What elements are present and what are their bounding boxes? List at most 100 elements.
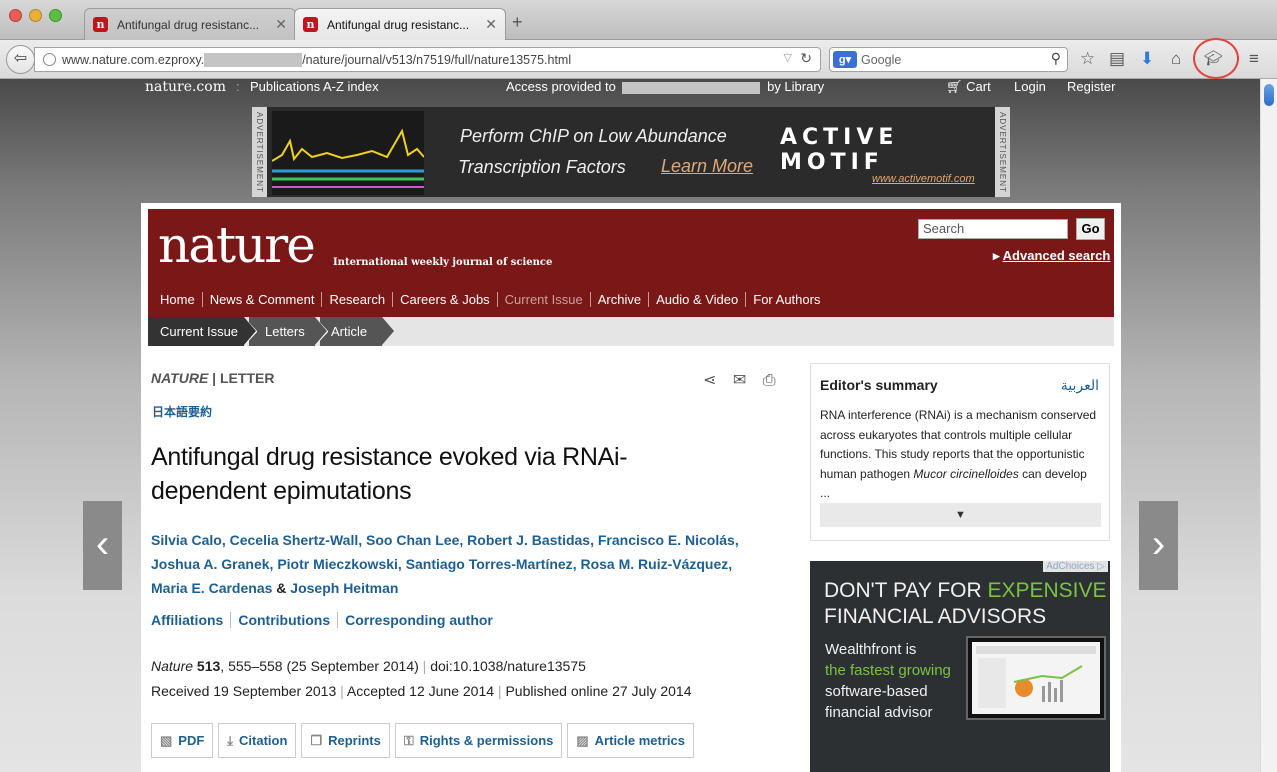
search-bar[interactable]: g▾ Google ⚲ — [829, 47, 1068, 72]
minimize-window-button[interactable] — [29, 9, 42, 22]
tab-1[interactable]: n Antifungal drug resistanc... ✕ — [84, 8, 296, 40]
bookmark-star-icon[interactable]: ☆ — [1080, 50, 1095, 68]
nature-com-logo[interactable]: nature.com — [145, 79, 226, 95]
url-bar[interactable]: www.nature.com.ezproxy. /nature/journal/… — [34, 47, 821, 72]
author-link[interactable]: Joshua A. Granek — [151, 556, 270, 572]
dropdown-arrow-icon[interactable]: ▽ — [784, 51, 792, 64]
author-link[interactable]: Soo Chan Lee — [366, 532, 459, 548]
citation-button[interactable]: ⤓ Citation — [218, 723, 297, 758]
cart-icon: 🛒︎ — [946, 79, 963, 94]
citation-label: Citation — [239, 733, 288, 748]
article-metrics-button[interactable]: ▨ Article metrics — [567, 723, 694, 758]
affiliations-link[interactable]: Affiliations — [151, 612, 230, 628]
author-link[interactable]: Santiago Torres-Martínez — [406, 556, 573, 572]
adchoices-label: AdChoices — [1046, 561, 1095, 572]
corresponding-author-link[interactable]: Corresponding author — [337, 612, 500, 628]
chart-icon: ▨ — [576, 732, 589, 748]
received-label: Received — [151, 683, 210, 699]
register-link[interactable]: Register — [1067, 79, 1115, 94]
ad-brand: ACTIVE MOTIF — [780, 125, 899, 175]
author-link[interactable]: Robert J. Bastidas — [467, 532, 590, 548]
nav-home[interactable]: Home — [153, 291, 203, 307]
reprints-button[interactable]: ❐ Reprints — [301, 723, 390, 758]
tab-2-active[interactable]: n Antifungal drug resistanc... ✕ — [294, 8, 506, 40]
accepted-date: 12 June 2014 — [409, 683, 495, 699]
rights-label: Rights & permissions — [419, 733, 554, 748]
search-icon[interactable]: ⚲ — [1051, 50, 1061, 67]
navigation-toolbar: www.nature.com.ezproxy. /nature/journal/… — [0, 40, 1277, 79]
author-link[interactable]: Silvia Calo — [151, 532, 222, 548]
share-icon[interactable]: ⋖ — [703, 372, 716, 389]
nav-news-comment[interactable]: News & Comment — [203, 291, 323, 307]
author-link[interactable]: Cecelia Shertz-Wall — [230, 532, 359, 548]
arabic-link[interactable]: العربية — [1061, 377, 1099, 394]
nav-for-authors[interactable]: For Authors — [746, 292, 827, 307]
citation-volume: 513 — [196, 658, 221, 674]
author-link[interactable]: Maria E. Cardenas — [151, 580, 272, 596]
close-window-button[interactable] — [9, 9, 22, 22]
copy-icon: ❐ — [310, 732, 323, 748]
go-button[interactable]: Go — [1076, 218, 1105, 240]
side-ad[interactable]: AdChoices ▷ DON'T PAY FOR EXPENSIVE FINA… — [810, 561, 1110, 772]
ad-url[interactable]: www.activemotif.com — [872, 173, 975, 185]
breadcrumb-article[interactable]: Article — [320, 317, 394, 346]
nav-archive[interactable]: Archive — [591, 291, 650, 307]
cart-link[interactable]: 🛒︎ Cart — [946, 79, 991, 95]
tab-title: Antifungal drug resistanc... — [327, 17, 470, 32]
rights-permissions-button[interactable]: ⚿ Rights & permissions — [394, 723, 563, 758]
email-icon[interactable]: ✉ — [733, 372, 746, 389]
monitor-image — [966, 636, 1106, 720]
ad-line-1: Perform ChIP on Low Abundance — [460, 126, 727, 146]
home-icon[interactable]: ⌂ — [1171, 50, 1181, 68]
close-icon[interactable]: ✕ — [485, 16, 497, 33]
japanese-summary-link[interactable]: 日本語要約 — [152, 403, 212, 420]
author-link[interactable]: Piotr Mieczkowski — [277, 556, 398, 572]
adchoices-link[interactable]: AdChoices ▷ — [1043, 561, 1108, 572]
breadcrumb-current-issue[interactable]: Current Issue — [148, 317, 256, 346]
google-search-engine-icon[interactable]: g▾ — [833, 51, 857, 68]
print-icon[interactable]: ⎙ — [763, 372, 776, 389]
separator: | — [340, 683, 344, 699]
menu-icon[interactable]: ≡ — [1249, 50, 1259, 68]
login-link[interactable]: Login — [1014, 79, 1046, 94]
tab-title: Antifungal drug resistanc... — [117, 17, 260, 32]
expand-summary-button[interactable]: ▼ — [820, 503, 1101, 527]
chevron-down-icon: ▼ — [955, 509, 966, 521]
site-search-input[interactable]: Search — [918, 219, 1068, 239]
ad-learn-more[interactable]: Learn More — [661, 156, 753, 177]
accepted-label: Accepted — [346, 683, 406, 699]
next-article-arrow[interactable]: › — [1139, 501, 1178, 590]
author-link[interactable]: Rosa M. Ruiz-Vázquez — [580, 556, 728, 572]
scroll-thumb[interactable] — [1264, 84, 1274, 106]
author-link[interactable]: Joseph Heitman — [290, 580, 398, 596]
summary-ellipsis: ... — [820, 486, 831, 500]
pdf-button[interactable]: ▧ PDF — [151, 723, 214, 758]
url-path: /nature/journal/v513/n7519/full/nature13… — [302, 52, 572, 67]
zoom-window-button[interactable] — [49, 9, 62, 22]
download-icon[interactable]: ⬇ — [1140, 50, 1154, 68]
article-type-label: LETTER — [220, 370, 275, 386]
nature-header: nature International weekly journal of s… — [148, 209, 1114, 317]
author-link[interactable]: Francisco E. Nicolás — [598, 532, 735, 548]
top-ad-banner[interactable]: ADVERTISEMENT Perform ChIP on Low Abunda… — [252, 107, 1010, 197]
contributions-link[interactable]: Contributions — [230, 612, 338, 628]
previous-article-arrow[interactable]: ‹ — [83, 501, 122, 590]
nature-favicon-icon: n — [303, 17, 318, 32]
new-tab-button[interactable]: + — [512, 12, 523, 33]
ad-body-accent: the fastest growing — [825, 662, 951, 679]
vertical-scrollbar[interactable] — [1260, 79, 1277, 772]
published-label: Published online — [505, 683, 609, 699]
back-button[interactable]: ⇦ — [6, 45, 35, 74]
advanced-search-link[interactable]: ▸ Advanced search — [993, 248, 1110, 264]
nav-audio-video[interactable]: Audio & Video — [649, 291, 747, 307]
nav-careers-jobs[interactable]: Careers & Jobs — [393, 291, 498, 307]
reading-list-icon[interactable]: ▤ — [1109, 50, 1125, 68]
publications-link[interactable]: Publications A-Z index — [250, 79, 379, 94]
breadcrumb-letters[interactable]: Letters — [249, 317, 327, 346]
article-type: NATURE | LETTER — [151, 370, 275, 386]
nav-research[interactable]: Research — [322, 291, 394, 307]
reload-icon[interactable]: ↻ — [800, 50, 812, 67]
nature-wordmark[interactable]: nature — [158, 216, 316, 274]
close-icon[interactable]: ✕ — [275, 16, 287, 33]
nav-current-issue[interactable]: Current Issue — [498, 291, 591, 307]
